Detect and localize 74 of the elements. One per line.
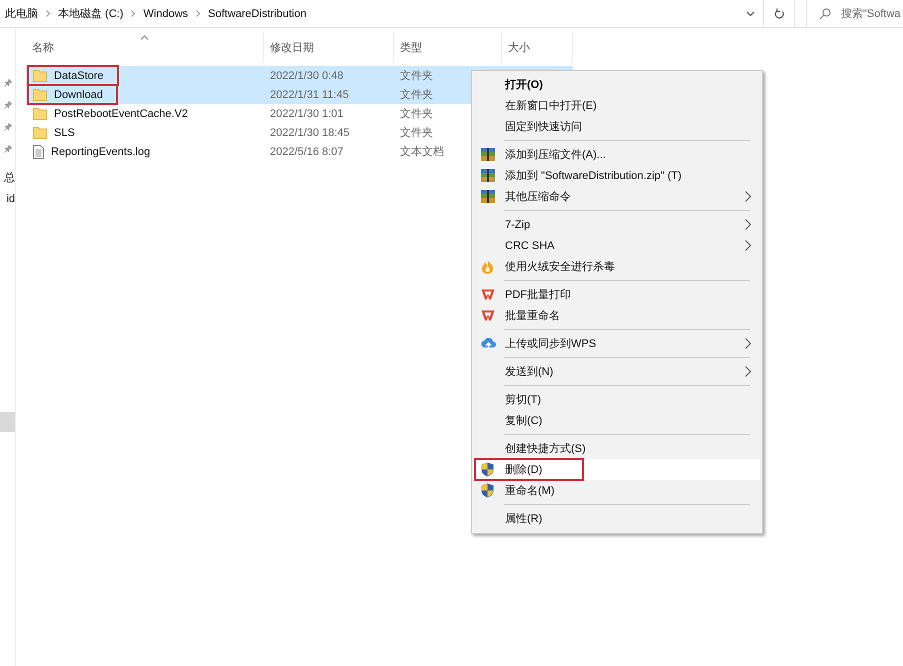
menu-item[interactable]: 上传或同步到WPS <box>474 333 760 354</box>
menu-item[interactable]: 使用火绒安全进行杀毒 <box>474 256 760 277</box>
type-cell-text: 文件夹 <box>400 126 433 140</box>
pin-icon <box>4 145 12 153</box>
shield-icon <box>481 483 494 498</box>
column-header[interactable]: 名称 <box>26 32 264 62</box>
date-cell: 2022/1/30 18:45 <box>270 126 350 138</box>
column-header[interactable]: 大小 <box>502 32 573 62</box>
pin-icon <box>4 79 12 87</box>
date-cell: 2022/1/31 11:45 <box>270 88 349 100</box>
shield-icon <box>481 462 494 477</box>
menu-item[interactable]: 删除(D) <box>474 459 760 480</box>
breadcrumb-item[interactable]: 此电脑 <box>5 6 38 21</box>
chevron-right-icon <box>196 10 200 17</box>
address-bar[interactable]: 此电脑 本地磁盘 (C:) Windows SoftwareDistribution <box>0 0 764 27</box>
date-cell: 2022/5/16 8:07 <box>270 146 344 158</box>
menu-item[interactable]: 添加到 "SoftwareDistribution.zip" (T) <box>474 165 760 186</box>
search-icon <box>819 8 831 20</box>
menu-item[interactable]: 创建快捷方式(S) <box>474 438 760 459</box>
menu-item[interactable]: CRC SHA <box>474 235 760 256</box>
chevron-right-icon <box>745 366 751 377</box>
cloud-upload-icon <box>481 337 496 350</box>
folder-icon <box>33 126 47 139</box>
type-cell-text: 文件夹 <box>400 88 433 102</box>
file-name: PostRebootEventCache.V2 <box>54 108 188 120</box>
column-header[interactable]: 类型 <box>394 32 502 62</box>
pin-icon <box>4 123 12 131</box>
chevron-right-icon <box>745 191 751 202</box>
archive-icon <box>481 169 495 182</box>
search-field[interactable]: 搜索"Softwa <box>806 0 903 27</box>
folder-icon <box>33 107 47 120</box>
menu-item[interactable]: 固定到快速访问 <box>474 116 760 137</box>
menu-item[interactable]: PDF批量打印 <box>474 284 760 305</box>
w-logo-icon <box>481 310 495 321</box>
menu-item[interactable]: 7-Zip <box>474 214 760 235</box>
file-name: DataStore <box>54 70 104 82</box>
chevron-down-icon[interactable] <box>746 10 755 16</box>
w-logo-icon <box>481 289 495 300</box>
menu-item[interactable]: 批量重命名 <box>474 305 760 326</box>
menu-item[interactable]: 属性(R) <box>474 508 760 529</box>
column-header[interactable]: 修改日期 <box>264 32 394 62</box>
nav-item[interactable]: 总 <box>4 170 15 184</box>
type-cell-text: 文本文档 <box>400 144 444 159</box>
chevron-right-icon <box>745 240 751 251</box>
menu-item[interactable]: 其他压缩命令 <box>474 186 760 207</box>
archive-icon <box>481 190 495 203</box>
menu-item[interactable]: 重命名(M) <box>474 480 760 501</box>
menu-item[interactable]: 添加到压缩文件(A)... <box>474 144 760 165</box>
chevron-right-icon <box>745 219 751 230</box>
date-cell: 2022/1/30 0:48 <box>270 70 344 82</box>
file-name: Download <box>54 88 103 100</box>
folder-icon <box>33 88 47 101</box>
archive-icon <box>481 148 495 161</box>
pin-icon <box>4 101 12 109</box>
flame-icon <box>481 260 494 274</box>
chevron-right-icon <box>131 10 136 17</box>
folder-icon <box>33 69 47 82</box>
chevron-right-icon <box>46 10 50 17</box>
nav-item[interactable]: id <box>6 193 15 205</box>
refresh-icon <box>774 8 784 20</box>
menu-item[interactable]: 复制(C) <box>474 410 760 431</box>
breadcrumb-item[interactable]: Windows <box>143 8 188 20</box>
menu-item[interactable]: 剪切(T) <box>474 389 760 410</box>
document-icon <box>33 144 44 158</box>
breadcrumb-item[interactable]: 本地磁盘 (C:) <box>58 6 124 21</box>
type-cell-text: 文件夹 <box>400 68 433 83</box>
type-cell-text: 文件夹 <box>400 106 433 121</box>
sort-up-icon <box>140 35 149 40</box>
file-name: ReportingEvents.log <box>51 146 150 158</box>
file-name: SLS <box>54 126 75 138</box>
breadcrumb-item[interactable]: SoftwareDistribution <box>208 8 306 20</box>
menu-item[interactable]: 发送到(N) <box>474 361 760 382</box>
date-cell: 2022/1/30 1:01 <box>270 108 344 120</box>
chevron-right-icon <box>745 338 751 349</box>
